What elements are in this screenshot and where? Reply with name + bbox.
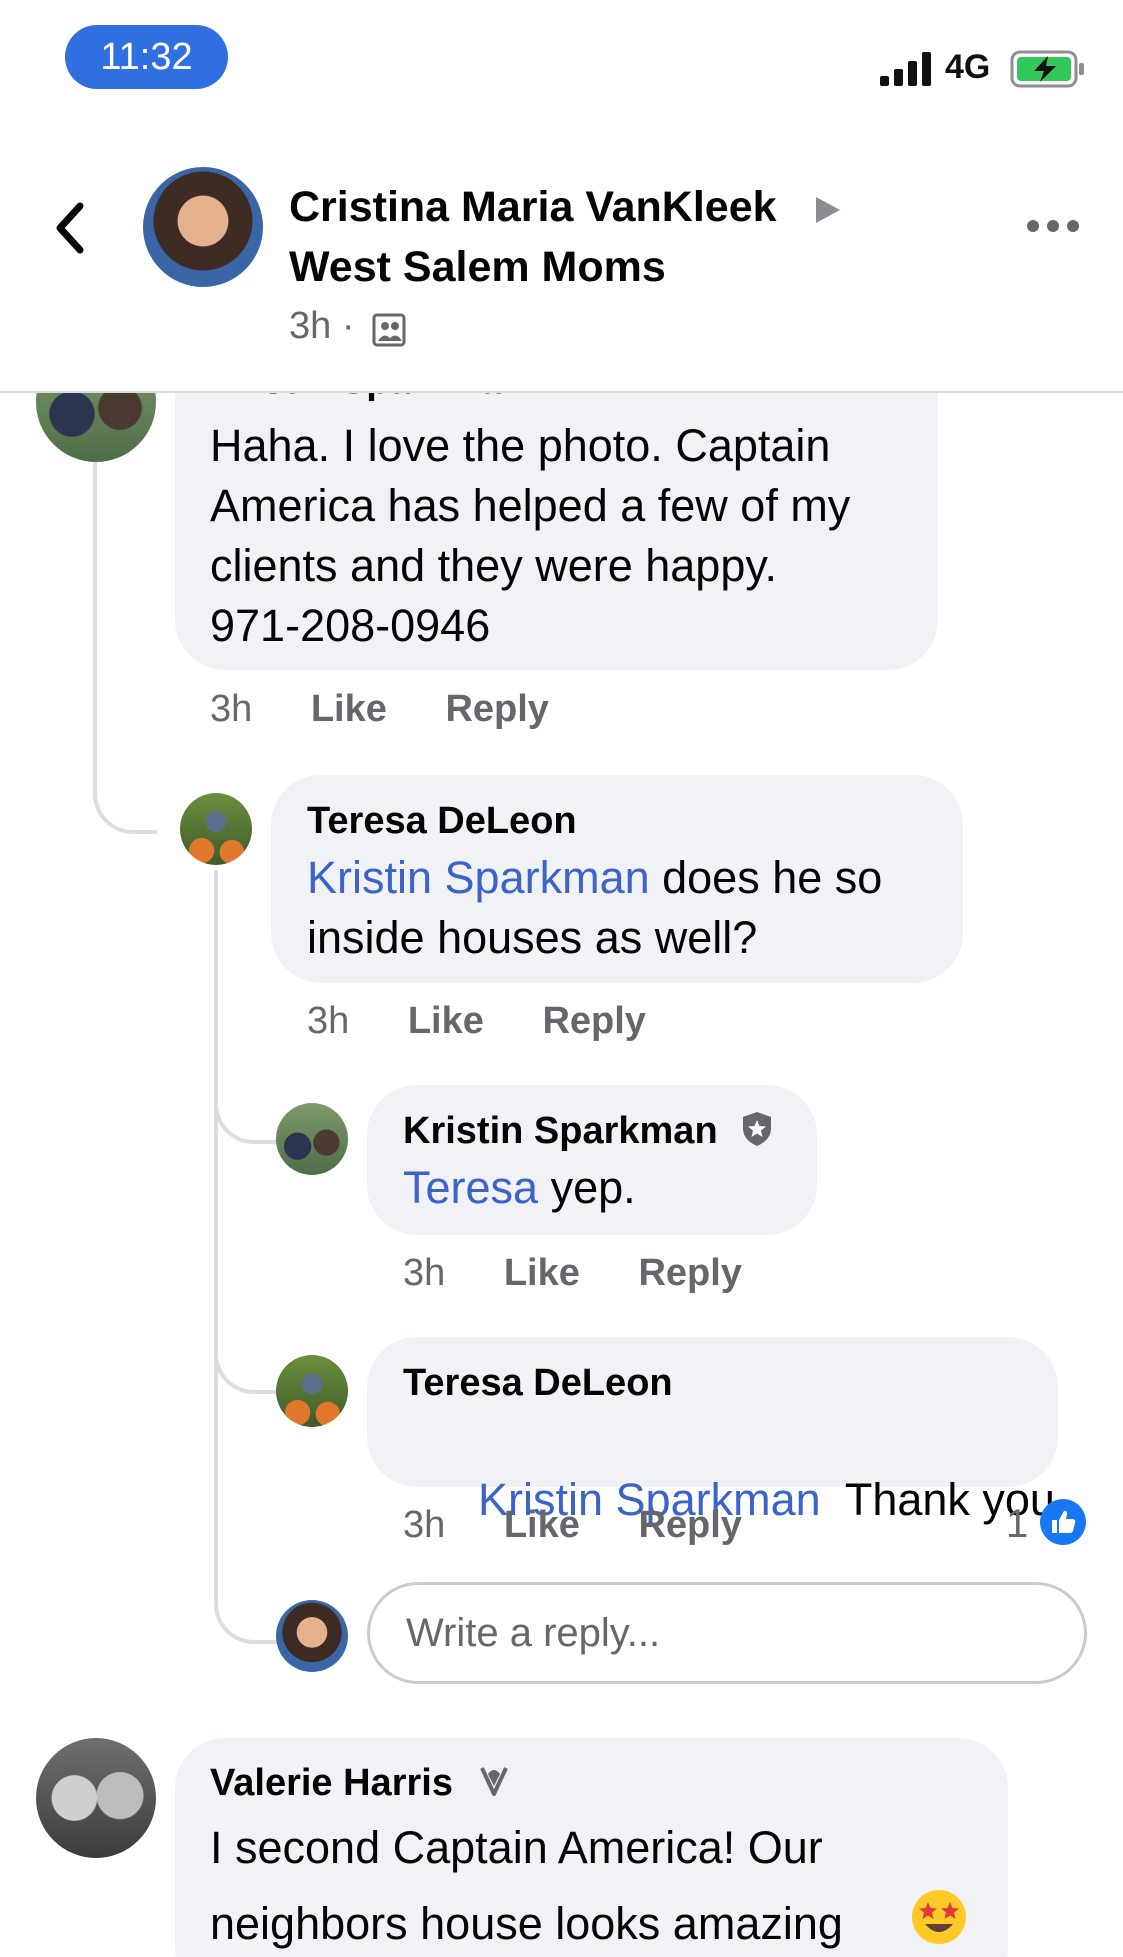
commenter-name[interactable]: Valerie Harris [210,1762,453,1805]
comment-line: 971-208-0946 [210,600,491,651]
commenter-avatar[interactable] [36,1738,156,1858]
like-button[interactable]: Like [504,1504,580,1546]
thread-curve [93,780,157,834]
comments-scroll-area[interactable]: Kristin Sparkman Haha. I love the photo.… [0,393,1123,1957]
battery-charging-icon [1010,50,1084,88]
comment-actions: 3h Like Reply [307,1000,646,1043]
comment-line: Haha. I love the photo. Captain [210,420,831,471]
comment-time: 3h [307,1000,350,1042]
like-button[interactable]: Like [504,1252,580,1294]
reply-button[interactable]: Reply [638,1252,741,1294]
thumbs-up-icon[interactable] [1040,1499,1086,1545]
comment-text: I second Captain America! Our neighbors … [210,1810,843,1957]
reply-button[interactable]: Reply [638,1504,741,1546]
more-dots-icon[interactable] [1025,216,1081,236]
thread-line [93,460,97,790]
star-struck-emoji-icon [912,1890,966,1944]
signal-icon [880,52,931,86]
thread-curve [214,1590,278,1644]
meta-separator: · [341,305,355,347]
comment-text: Haha. I love the photo. Captain America … [210,416,850,656]
thread-curve [214,1340,278,1394]
reply-input[interactable] [370,1585,1084,1681]
commenter-name[interactable]: Kristin Sparkman [403,1110,718,1153]
like-button[interactable]: Like [311,688,387,730]
commenter-avatar[interactable] [276,1355,348,1427]
commenter-name[interactable]: Kristin Sparkman [210,393,525,403]
comment-actions: 3h Like Reply [403,1504,742,1547]
comment-line: America has helped a few of my [210,480,851,531]
comment-line: Kristin Sparkman does he so [307,848,882,908]
mention-link[interactable]: Teresa [403,1162,538,1213]
like-button[interactable]: Like [408,1000,484,1042]
comment-line: I second Captain America! Our [210,1822,823,1873]
reply-button[interactable]: Reply [445,688,548,730]
comment-actions: 3h Like Reply [403,1252,742,1295]
comment-text: Kristin Sparkman does he so inside house… [307,848,882,968]
post-time: 3h [289,305,332,347]
comment-text: Kristin Sparkman Thank you [403,1410,1055,1590]
comment-text-part: does he so [649,852,883,903]
reply-input-wrapper[interactable] [367,1582,1087,1684]
current-user-avatar [276,1600,348,1672]
thread-curve [214,1090,278,1144]
post-meta: 3h · [289,305,355,348]
commenter-name[interactable]: Teresa DeLeon [307,800,577,843]
thread-line [214,870,218,1600]
back-chevron-icon[interactable] [50,200,90,256]
commenter-avatar[interactable] [180,793,252,865]
play-triangle-icon [816,197,840,223]
header-divider [0,391,1123,393]
post-author-avatar[interactable] [143,167,263,287]
comment-time: 3h [403,1504,446,1546]
comment-time: 3h [210,688,253,730]
reply-button[interactable]: Reply [542,1000,645,1042]
comment-time: 3h [403,1252,446,1294]
group-name[interactable]: West Salem Moms [289,243,666,292]
comment-line: neighbors house looks amazing [210,1898,843,1949]
mention-link[interactable]: Kristin Sparkman [307,852,650,903]
commenter-avatar[interactable] [276,1103,348,1175]
commenter-name[interactable]: Teresa DeLeon [403,1362,673,1405]
comment-line: clients and they were happy. [210,540,778,591]
comment-text-part: yep. [538,1162,636,1213]
comment-text: Teresa yep. [403,1158,636,1218]
group-privacy-icon [372,313,406,347]
reaction-count[interactable]: 1 [1006,1502,1028,1547]
comment-line: inside houses as well? [307,912,758,963]
status-time: 11:32 [65,25,228,89]
commenter-avatar[interactable] [36,393,156,462]
comment-actions: 3h Like Reply [210,688,549,731]
post-author-name[interactable]: Cristina Maria VanKleek [289,183,777,232]
rising-contributor-icon [480,1767,508,1796]
admin-badge-icon [743,1112,771,1146]
network-label: 4G [945,48,991,86]
